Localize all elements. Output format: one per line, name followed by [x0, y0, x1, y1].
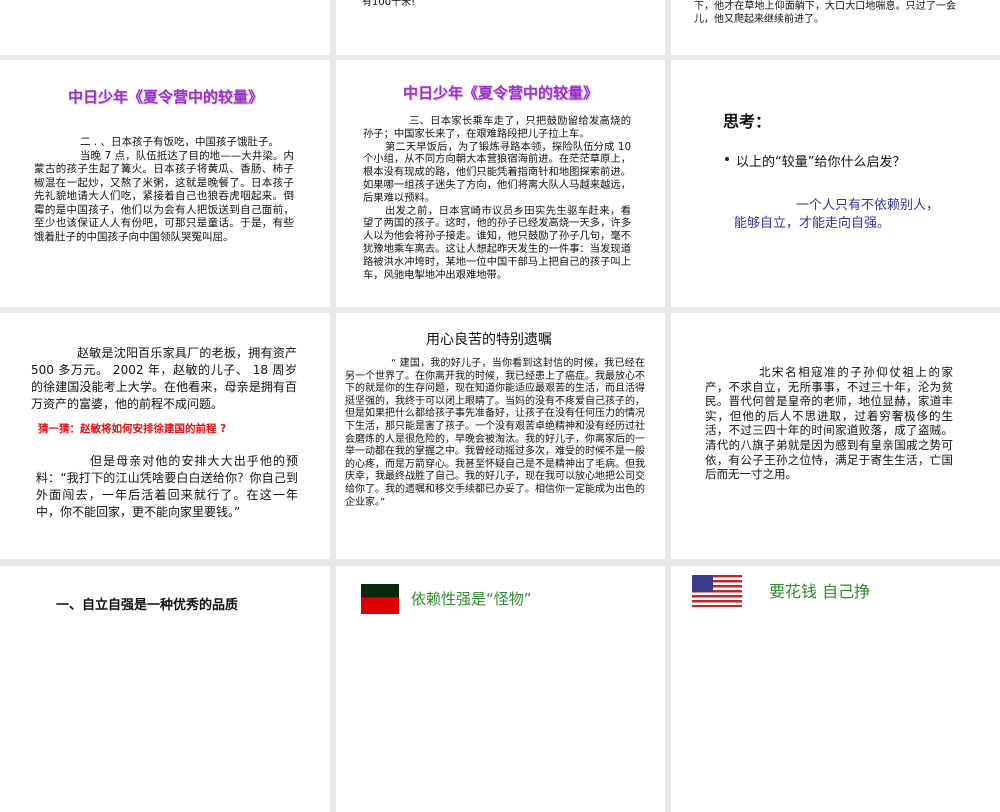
slide-thumbnail-6[interactable]: 用心良苦的特别遗嘱 “ 建国，我的好儿子，当你看到这封信的时候，我已经在另一个世…: [336, 313, 665, 559]
slide-title: 要花钱 自己挣: [769, 582, 871, 601]
slide-text: 长交待？我能挺得住，我一定要走到底！”在医生的劝说下，他才在草地上仰面躺下，大口…: [694, 1, 956, 25]
flag-icon: [361, 584, 399, 614]
slide-paragraph: “ 建国，我的好儿子，当你看到这封信的时候，我已经在另一个世界了。在你离开我的时…: [345, 358, 645, 508]
slide-thumbnail-2[interactable]: 中日少年《夏令营中的较量》 二 . 、日本孩子有饭吃，中国孩子饿肚子。 当晚 7…: [0, 60, 330, 307]
slide-title: 中日少年《夏令营中的较量》: [68, 88, 264, 106]
slide-paragraph: 北宋名相寇准的子孙仰仗祖上的家产，不求自立，无所事事，不过三十年，沦为贫民。晋代…: [705, 365, 953, 482]
slide-thumbnail-3[interactable]: 中日少年《夏令营中的较量》 三、日本家长乘车走了，只把鼓励留给发高烧的孙子；中国…: [336, 60, 665, 307]
bullet-icon: [725, 157, 729, 161]
slide-body: 三、日本家长乘车走了，只把鼓励留给发高烧的孙子；中国家长来了，在艰难路段把儿子拉…: [363, 115, 631, 281]
slide-title: 用心良苦的特别遗嘱: [426, 332, 552, 348]
slide-paragraph: 三、日本家长乘车走了，只把鼓励留给发高烧的孙子；中国家长来了，在艰难路段把儿子拉…: [363, 115, 631, 140]
slide-paragraph: 出发之前，日本宫崎市议员乡田实先生驱车赶来，看望了两国的孩子。这时，他的孙子已经…: [363, 204, 631, 281]
slide-paragraph: 赵敏是沈阳百乐家具厂的老板，拥有资产 500 多万元。 2002 年，赵敏的儿子…: [31, 346, 297, 411]
slide-bullet: 以上的“较量”给你什么启发？: [736, 155, 906, 170]
slide-title: 中日少年《夏令营中的较量》: [403, 84, 599, 102]
slide-thumbnail-10[interactable]: 要花钱 自己挣: [671, 566, 1000, 812]
slide-thumbnail-top-middle[interactable]: 有100千米!: [336, 0, 665, 55]
slide-thumbnail-top-left[interactable]: [0, 0, 330, 55]
slide-title: 依赖性强是“怪物”: [411, 590, 532, 608]
slide-text: 有100千米!: [362, 0, 416, 8]
slide-thumbnail-5[interactable]: 赵敏是沈阳百乐家具厂的老板，拥有资产 500 多万元。 2002 年，赵敏的儿子…: [0, 313, 330, 559]
slide-thumbnail-top-right[interactable]: 长交待？我能挺得住，我一定要走到底！”在医生的劝说下，他才在草地上仰面躺下，大口…: [671, 0, 1000, 55]
flag-canton: [692, 575, 713, 592]
slide-question: 猜一猜：赵敏将如何安排徐建国的前程 ?: [38, 423, 227, 435]
slide-body: 二 . 、日本孩子有饭吃，中国孩子饿肚子。 当晚 7 点，队伍抵达了目的地——大…: [34, 136, 294, 244]
slide-paragraph: 当晚 7 点，队伍抵达了目的地——大井梁。内蒙古的孩子生起了篝火。日本孩子将黄瓜…: [34, 149, 294, 243]
slide-paragraph: 二 . 、日本孩子有饭吃，中国孩子饿肚子。: [80, 136, 280, 148]
slide-thumbnail-7[interactable]: 北宋名相寇准的子孙仰仗祖上的家产，不求自立，无所事事，不过三十年，沦为贫民。晋代…: [671, 313, 1000, 559]
slide-thumbnail-9[interactable]: 依赖性强是“怪物”: [336, 566, 665, 812]
us-flag-icon: [692, 575, 742, 607]
slide-title: 一、自立自强是一种优秀的品质: [56, 598, 239, 613]
slide-thumbnail-4[interactable]: 思考： 以上的“较量”给你什么启发？ 一个人只有不依赖别人， 能够自立，才能走向…: [671, 60, 1000, 307]
slide-answer: 能够自立，才能走向自强。: [734, 216, 891, 231]
slide-answer: 一个人只有不依赖别人，: [796, 198, 940, 213]
slide-paragraph: 但是母亲对他的安排大大出乎他的预料：“我打下的江山凭啥要白白送给你？你自己到外面…: [36, 454, 298, 519]
slide-heading: 思考：: [723, 112, 772, 131]
slide-thumbnail-8[interactable]: 一、自立自强是一种优秀的品质: [0, 566, 330, 812]
slide-paragraph: 第二天早饭后，为了锻炼寻路本领，探险队伍分成 10 个小组，从不同方向朝大本营狼…: [363, 140, 631, 204]
